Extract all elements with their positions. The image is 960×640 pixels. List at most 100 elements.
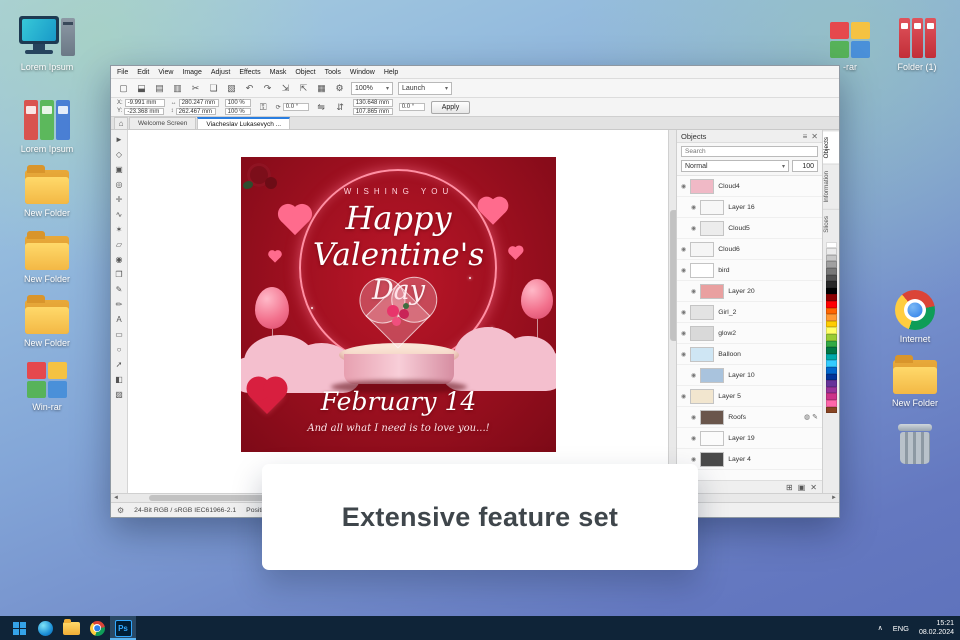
layer-row[interactable]: ◉ Layer 5 ◍✎ — [677, 386, 822, 407]
scale-x-field[interactable]: 100 % — [224, 99, 251, 107]
visibility-eye-icon[interactable]: ◉ — [691, 204, 696, 211]
toolbox-tool[interactable]: ✎ — [112, 282, 126, 296]
toolbar-icon[interactable]: ▥ — [171, 82, 184, 95]
menu-item[interactable]: Image — [182, 69, 201, 76]
visibility-eye-icon[interactable]: ◉ — [691, 456, 696, 463]
color-swatch[interactable] — [825, 248, 837, 255]
paper-height-field[interactable]: 107.865 mm — [352, 107, 393, 115]
toolbox-tool[interactable]: ◧ — [112, 372, 126, 386]
scale-y-field[interactable]: 100 % — [224, 107, 251, 115]
color-swatch[interactable] — [825, 301, 837, 308]
layer-row[interactable]: ◉ Layer 19 ◍✎ — [677, 428, 822, 449]
desktop-icon-winrar[interactable]: Win-rar — [12, 354, 82, 412]
color-swatch[interactable] — [825, 406, 837, 414]
color-swatch[interactable] — [825, 281, 837, 288]
color-swatch[interactable] — [825, 399, 837, 407]
visibility-eye-icon[interactable]: ◉ — [681, 393, 686, 400]
desktop-icon-folder-4[interactable]: New Folder — [880, 350, 950, 408]
layer-row[interactable]: ◉ glow2 ◍✎ — [677, 323, 822, 344]
layer-row[interactable]: ◉ Cloud5 ◍✎ — [677, 218, 822, 239]
opacity-field[interactable]: 100 — [792, 160, 818, 172]
layer-row[interactable]: ◉ Layer 20 ◍✎ — [677, 281, 822, 302]
color-swatch[interactable] — [825, 366, 837, 374]
desktop-icon-folder-2[interactable]: New Folder — [12, 226, 82, 284]
color-swatch[interactable] — [825, 268, 837, 275]
menu-item[interactable]: Edit — [137, 69, 149, 76]
toolbox-tool[interactable]: A — [112, 312, 126, 326]
angle-field[interactable]: 0.0 ° — [282, 103, 309, 111]
layer-row[interactable]: ◉ Girl_2 ◍✎ — [677, 302, 822, 323]
desktop-icon-winrar-2[interactable]: -rar — [815, 14, 885, 72]
toolbox-tool[interactable]: ∿ — [112, 207, 126, 221]
toolbar-icon[interactable]: ⇲ — [279, 82, 292, 95]
apply-button[interactable]: Apply — [430, 100, 471, 114]
toolbox-tool[interactable]: ◎ — [112, 177, 126, 191]
toolbox-tool[interactable]: ▣ — [112, 162, 126, 176]
docker-tab-information[interactable]: Information — [823, 164, 839, 209]
delete-object-icon[interactable]: ✕ — [810, 483, 817, 492]
clock[interactable]: 15:21 08.02.2024 — [919, 619, 954, 637]
start-button[interactable] — [6, 616, 32, 640]
toolbar-icon[interactable]: ↶ — [243, 82, 256, 95]
vertical-scrollbar[interactable] — [668, 130, 676, 493]
document-tab[interactable]: Viacheslav Lukasevych ... — [197, 117, 291, 129]
toolbar-icon[interactable]: ▧ — [225, 82, 238, 95]
y-position-field[interactable]: -23.368 mm — [124, 107, 165, 115]
gear-icon[interactable]: ⚙ — [117, 506, 124, 515]
layer-row[interactable]: ◉ Layer 16 ◍✎ — [677, 197, 822, 218]
blend-mode-select[interactable]: Normal ▾ — [681, 160, 789, 172]
color-swatch[interactable] — [825, 320, 837, 328]
menu-item[interactable]: Effects — [239, 69, 260, 76]
color-swatch[interactable] — [825, 386, 837, 394]
toolbox-tool[interactable]: ➚ — [112, 357, 126, 371]
tray-expand-icon[interactable]: ∧ — [878, 624, 883, 632]
visibility-eye-icon[interactable]: ◉ — [681, 246, 686, 253]
width-field[interactable]: 280.247 mm — [178, 99, 219, 107]
scroll-right-icon[interactable]: ► — [829, 495, 839, 501]
paper-width-field[interactable]: 130.648 mm — [352, 99, 393, 107]
toolbox-tool[interactable]: ▭ — [112, 327, 126, 341]
color-swatch[interactable] — [825, 241, 837, 249]
desktop-icon-internet[interactable]: Internet — [880, 286, 950, 344]
scroll-left-icon[interactable]: ◄ — [111, 495, 121, 501]
toolbar-icon[interactable]: ▢ — [117, 82, 130, 95]
visibility-eye-icon[interactable]: ◉ — [681, 309, 686, 316]
new-group-icon[interactable]: ▣ — [798, 483, 806, 492]
toolbox-tool[interactable]: ❐ — [112, 267, 126, 281]
visibility-eye-icon[interactable]: ◉ — [681, 183, 686, 190]
zoom-level-combo[interactable]: 100% ▾ — [351, 81, 393, 95]
toolbar-icon[interactable]: ⬓ — [135, 82, 148, 95]
poster-artwork[interactable]: WISHING YOU Happy Valentine's Day Februa… — [241, 157, 556, 452]
visibility-eye-icon[interactable]: ◉ — [691, 225, 696, 232]
color-swatch[interactable] — [825, 380, 837, 387]
menu-item[interactable]: Window — [350, 69, 375, 76]
menu-item[interactable]: Mask — [270, 69, 287, 76]
close-icon[interactable]: ✕ — [811, 132, 818, 141]
color-swatch[interactable] — [825, 261, 837, 269]
angle2-field[interactable]: 0.0 ° — [398, 103, 425, 111]
taskbar-browser-button[interactable] — [32, 616, 58, 640]
docker-tab-objects[interactable]: Objects — [823, 130, 839, 165]
color-swatch[interactable] — [825, 307, 837, 315]
visibility-eye-icon[interactable]: ◉ — [681, 330, 686, 337]
lock-ratio-icon[interactable]: ⚿ — [257, 101, 270, 114]
desktop-icon-archive[interactable]: Folder (1) — [882, 14, 952, 72]
visibility-eye-icon[interactable]: ◉ — [691, 435, 696, 442]
color-swatch[interactable] — [825, 340, 837, 348]
x-position-field[interactable]: -9.991 mm — [124, 99, 165, 107]
toolbox-tool[interactable]: ✏ — [112, 297, 126, 311]
toolbox-tool[interactable]: ○ — [112, 342, 126, 356]
toolbar-icon[interactable]: ▤ — [153, 82, 166, 95]
desktop-icon-computer[interactable]: Lorem Ipsum — [12, 14, 82, 72]
toolbar-icon[interactable]: ↷ — [261, 82, 274, 95]
toolbox-tool[interactable]: ✶ — [112, 222, 126, 236]
visibility-eye-icon[interactable]: ◉ — [691, 372, 696, 379]
color-swatch[interactable] — [825, 347, 837, 354]
layer-row[interactable]: ◉ Balloon ◍✎ — [677, 344, 822, 365]
toolbar-icon[interactable]: ▦ — [315, 82, 328, 95]
new-object-icon[interactable]: ⊞ — [786, 483, 793, 492]
color-swatch[interactable] — [825, 294, 837, 301]
visibility-eye-icon[interactable]: ◉ — [691, 288, 696, 295]
toolbar-icon[interactable]: ✂ — [189, 82, 202, 95]
docker-tab-slices[interactable]: Slices — [823, 208, 839, 239]
